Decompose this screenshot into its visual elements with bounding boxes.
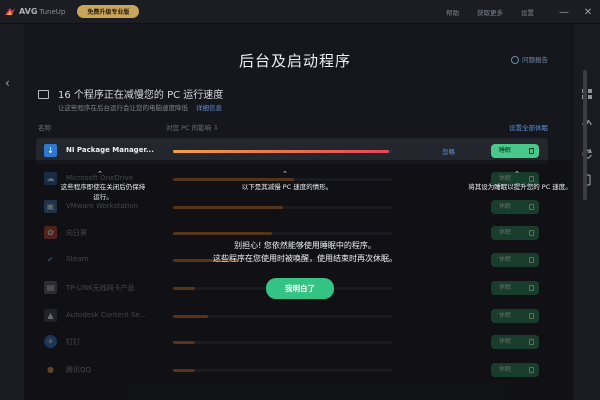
impact-bar-fill xyxy=(173,287,195,290)
impact-bar xyxy=(173,150,393,153)
sleep-toggle[interactable]: 休眠 xyxy=(491,200,539,214)
impact-bar-fill xyxy=(173,315,209,318)
sleep-toggle-label: 休眠 xyxy=(499,229,512,236)
column-name-header[interactable]: 名称 xyxy=(38,122,51,132)
sunflower-icon: ✿ xyxy=(44,226,57,239)
help-menu-link[interactable]: 帮助 xyxy=(446,7,459,17)
sleep-toggle[interactable]: 休眠 xyxy=(491,253,539,267)
impact-bar-fill xyxy=(173,232,272,235)
impact-bar xyxy=(173,369,393,372)
tutorial-message: 别担心! 您依然能够使用睡眠中的程序。 这些程序在您使用时被唤醒，使用结束时再次… xyxy=(140,239,470,265)
impact-bar xyxy=(173,206,393,209)
app-name: AVG xyxy=(19,7,38,16)
sleep-toggle-label: 休眠 xyxy=(499,175,512,182)
summary-subtitle-text: 让这些程序在后台运行会让您的电脑速度降低 xyxy=(58,104,188,112)
program-row[interactable]: ✈ 钉钉 休眠 xyxy=(36,329,548,355)
impact-bar-fill xyxy=(173,206,283,209)
titlebar-controls: 帮助 获取更多 设置 — ✕ xyxy=(446,0,600,24)
column-impact-header[interactable]: 对您 PC 的影响 ⇩ xyxy=(166,122,219,132)
summary-subtitle: 让这些程序在后台运行会让您的电脑速度降低 详细信息 xyxy=(58,102,222,112)
impact-bar xyxy=(173,341,393,344)
sleep-toggle-label: 睡眠 xyxy=(499,147,512,154)
program-name: VMware Workstation xyxy=(66,202,138,210)
column-headers: 名称 对您 PC 的影响 ⇩ 设置全部休眠 xyxy=(38,122,548,132)
download-icon: ↓ xyxy=(44,144,57,157)
lock-icon xyxy=(529,285,534,291)
program-name: 腾讯QQ xyxy=(66,366,92,374)
network-card-icon: ▤ xyxy=(44,281,57,294)
sleep-toggle[interactable]: 休眠 xyxy=(491,363,539,377)
scrollbar[interactable] xyxy=(583,70,587,200)
program-row[interactable]: ▲ Autodesk Content Se... 休眠 xyxy=(36,303,548,329)
sleep-toggle-label: 休眠 xyxy=(499,256,512,263)
sleep-all-link[interactable]: 设置全部休眠 xyxy=(509,122,548,132)
program-name: 向日葵 xyxy=(66,229,87,237)
rail-divider-icon xyxy=(573,118,581,130)
impact-bar xyxy=(173,232,393,235)
tip-caret-icon: ⌃ xyxy=(514,170,520,178)
sleep-toggle-label: 休眠 xyxy=(499,312,512,319)
program-row[interactable]: ● 腾讯QQ 休眠 xyxy=(36,357,548,383)
tutorial-message-line1: 别担心! 您依然能够使用睡眠中的程序。 xyxy=(234,241,376,250)
impact-bar-fill xyxy=(173,150,389,153)
dingtalk-icon: ✈ xyxy=(44,335,57,348)
problem-report-label: 问题报告 xyxy=(522,56,548,64)
sleep-toggle[interactable]: 休眠 xyxy=(491,281,539,295)
program-name: Autodesk Content Se... xyxy=(66,311,147,319)
close-button[interactable]: ✕ xyxy=(576,7,600,18)
lock-icon xyxy=(529,204,534,210)
lock-icon xyxy=(529,257,534,263)
autodesk-icon: ▲ xyxy=(44,309,57,322)
sleep-toggle[interactable]: 休眠 xyxy=(491,226,539,240)
page-title: 后台及启动程序 xyxy=(238,52,351,70)
impact-bar xyxy=(173,315,393,318)
tip-runs-after-close: 这些程序即使在关闭后仍保持 运行。 xyxy=(60,183,146,201)
app-subname: TuneUp xyxy=(39,7,66,16)
tutorial-message-line2: 这些程序在您使用时被唤醒，使用结束时再次休眠。 xyxy=(213,254,397,263)
left-rail: ‹ xyxy=(0,24,24,400)
checkmark-icon: ✔ xyxy=(47,255,54,264)
qq-penguin-icon: ● xyxy=(47,365,54,374)
minimize-button[interactable]: — xyxy=(552,7,576,18)
program-name: TP-LINK无线网卡产品 xyxy=(66,284,135,292)
back-arrow-icon[interactable]: ‹ xyxy=(5,76,10,90)
impact-bar-fill xyxy=(173,369,195,372)
impact-bar xyxy=(173,178,393,181)
tip-sleep: 将其设为睡眠以提升您的 PC 速度。 xyxy=(468,183,572,191)
app-logo: AVG TuneUp xyxy=(4,6,65,18)
help-circle-icon xyxy=(511,56,519,64)
lock-icon xyxy=(529,339,534,345)
program-name: NI Package Manager... xyxy=(66,146,154,154)
lock-icon xyxy=(529,148,534,154)
sleep-toggle-label: 休眠 xyxy=(499,203,512,210)
lock-icon xyxy=(529,367,534,373)
settings-menu-link[interactable]: 设置 xyxy=(521,7,534,17)
tip-caret-icon: ⌃ xyxy=(97,170,103,178)
window-icon xyxy=(38,90,49,99)
tip-caret-icon: ⌃ xyxy=(282,170,288,178)
program-row[interactable]: ↓ NI Package Manager... 忽略 睡眠 xyxy=(36,138,548,164)
lock-icon xyxy=(529,230,534,236)
sleep-toggle-label: 休眠 xyxy=(499,284,512,291)
summary-title: 16 个程序正在减慢您的 PC 运行速度 xyxy=(58,90,224,101)
lock-icon xyxy=(529,313,534,319)
sleep-toggle[interactable]: 睡眠 xyxy=(491,144,539,158)
problem-report-link[interactable]: 问题报告 xyxy=(511,54,548,64)
impact-bar-fill xyxy=(173,178,294,181)
avg-logo-icon xyxy=(5,7,15,15)
sleep-toggle[interactable]: 休眠 xyxy=(491,309,539,323)
tip-slowdown: 以下是其减慢 PC 速度的情形。 xyxy=(241,183,333,191)
ignore-link[interactable]: 忽略 xyxy=(442,146,455,156)
sleep-toggle[interactable]: 休眠 xyxy=(491,335,539,349)
details-link[interactable]: 详细信息 xyxy=(196,104,222,112)
impact-bar-fill xyxy=(173,341,195,344)
program-name: Steam xyxy=(66,255,89,263)
title-bar: AVG TuneUp 免费升级专业版 帮助 获取更多 设置 — ✕ xyxy=(0,0,600,24)
upgrade-button[interactable]: 免费升级专业版 xyxy=(77,5,140,18)
sleep-toggle-label: 休眠 xyxy=(499,366,512,373)
got-it-button[interactable]: 我明白了 xyxy=(266,278,334,299)
program-name: 钉钉 xyxy=(66,338,80,346)
more-menu-link[interactable]: 获取更多 xyxy=(477,7,503,17)
sleep-toggle-label: 休眠 xyxy=(499,338,512,345)
